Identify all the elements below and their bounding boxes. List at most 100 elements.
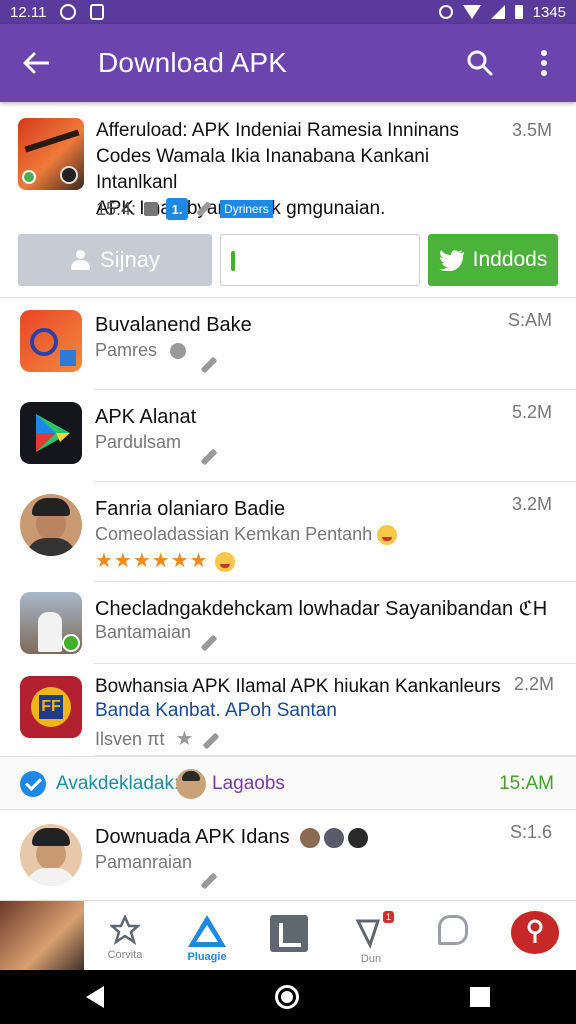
section-label: Avakdekladak: (56, 773, 180, 794)
twitter-download-button[interactable]: Inddods (428, 234, 558, 286)
featured-app-icon (18, 118, 84, 190)
nav-item-downloads[interactable]: 1 Dun (330, 901, 412, 970)
rating-stars-text: ★★★★★★ (95, 550, 209, 572)
progress-caret (231, 251, 235, 271)
item-subtitle-text: Comeoladassian Kemkan Pentanh (95, 524, 373, 544)
section-header[interactable]: Avakdekladak: Lagaobs 15:AM (0, 756, 576, 810)
app-badge-icon: 1. (166, 198, 189, 220)
item-title: Bowhansia APK Ilamal APK hiukan Kankanle… (95, 676, 501, 697)
verified-icon (20, 771, 46, 797)
avatar (176, 769, 206, 799)
item-subtitle: Pamanraian (95, 852, 193, 872)
app-icon (20, 310, 82, 372)
nav-label: Pluagie (187, 951, 227, 963)
section-time: 15:AM (499, 773, 554, 794)
nav-item-favorites[interactable]: Corvita (84, 901, 166, 970)
app-bar: Download APK (0, 24, 576, 102)
back-button[interactable] (0, 24, 72, 102)
signin-button[interactable]: Sijnay (18, 234, 212, 286)
arrow-left-icon (23, 52, 49, 74)
battery-icon (514, 5, 523, 19)
status-bar: 12.11 1345 (0, 0, 576, 24)
hook-icon (438, 915, 468, 945)
section-link[interactable]: Lagaobs (212, 773, 285, 795)
system-navigation (0, 970, 576, 1024)
app-icon: FF (20, 676, 82, 738)
featured-time: 15:4: (96, 198, 137, 219)
status-time: 12.11 (10, 3, 47, 21)
item-size: 5.2M (511, 402, 552, 422)
search-button[interactable] (448, 24, 512, 102)
nav-label: Dun (360, 953, 382, 965)
rating-stars: ★★★★★★ (95, 548, 236, 573)
system-back-button[interactable] (85, 986, 104, 1008)
nav-item-files[interactable] (248, 901, 330, 970)
item-title: Buvalanend Bake (95, 314, 252, 336)
sync-icon (438, 5, 453, 19)
participant-avatars (299, 826, 370, 849)
avatar (323, 826, 346, 849)
item-size: S:AM (507, 310, 552, 330)
download-list: Afferuload: APK Indeniai Ramesia Inninan… (0, 102, 576, 900)
nav-item-tools[interactable] (412, 901, 494, 970)
download-notification-icon (90, 4, 105, 20)
list-item[interactable]: Fanria olaniaro Badie Comeoladassian Kem… (20, 482, 576, 582)
location-pin-icon (511, 911, 559, 954)
item-subtitle: Pamres (95, 340, 187, 361)
list-item[interactable]: FF Bowhansia APK Ilamal APK hiukan Kanka… (20, 664, 576, 756)
edit-icon (200, 872, 218, 890)
page-title: Download APK (98, 47, 288, 78)
featured-tag: Dyriners (220, 200, 273, 218)
item-title: Checladngakdehckam lowhadar Sayanibandan… (95, 596, 547, 621)
download-label: Inddods (472, 248, 548, 271)
bird-icon (438, 250, 464, 271)
item-subtitle: Pardulsam (95, 432, 182, 452)
item-title: Fanria olaniaro Badie (95, 498, 286, 520)
item-subtitle: Bantamaian (95, 622, 192, 642)
wifi-icon (462, 5, 481, 19)
system-home-button[interactable] (274, 985, 299, 1009)
featured-actions: Sijnay Inddods (18, 234, 558, 286)
flag-icon: 1 (354, 911, 394, 949)
system-recents-button[interactable] (470, 987, 491, 1007)
item-link[interactable]: Banda Kanbat. APoh Santan (95, 700, 337, 722)
nav-item-location[interactable] (494, 901, 576, 970)
item-title-text: Checladngakdehckam lowhadar Sayanibandan (95, 598, 514, 620)
avatar (20, 494, 82, 556)
emoji-icon (377, 525, 398, 546)
app-icon (20, 592, 82, 654)
person-icon (70, 250, 91, 270)
progress-field[interactable] (220, 234, 420, 286)
list-item[interactable]: APK Alanat Pardulsam 5.2M (20, 390, 576, 482)
signal-icon (490, 5, 505, 19)
list-item[interactable]: Buvalanend Bake Pamres S:AM (20, 298, 576, 390)
lock-icon (144, 202, 159, 216)
thumbnail-image[interactable] (0, 901, 84, 970)
edit-icon (202, 732, 220, 750)
item-subtitle: Ilsven πt ★ (95, 726, 193, 751)
featured-line-2: Codes Wamala Ikia Inanabana Kankani Inta… (96, 146, 430, 193)
nav-badge: 1 (382, 911, 394, 923)
item-title-suffix: ℭH (518, 598, 548, 620)
folder-icon (270, 915, 308, 953)
star-icon (110, 915, 140, 945)
signin-label: Sijnay (100, 247, 160, 272)
triangle-icon (188, 915, 226, 947)
featured-line-1: Afferuload: APK Indeniai Ramesia Inninan… (96, 120, 459, 141)
item-subtitle-text: Ilsven πt (95, 729, 165, 749)
app-icon (20, 402, 82, 464)
featured-item[interactable]: Afferuload: APK Indeniai Ramesia Inninan… (0, 102, 576, 298)
featured-size: 3.5M (511, 120, 552, 140)
list-item[interactable]: Checladngakdehckam lowhadar Sayanibandan… (20, 582, 576, 664)
list-item[interactable]: Downuada APK Idans Pamanraian S:1.6 (20, 810, 576, 900)
avatar (347, 826, 370, 849)
nav-item-plugins[interactable]: Pluagie (166, 901, 248, 970)
emoji-icon (215, 551, 236, 572)
item-title: APK Alanat (95, 406, 197, 428)
settings-icon (170, 343, 187, 360)
nav-label: Corvita (107, 949, 143, 961)
avatar (299, 826, 322, 849)
overflow-menu-button[interactable] (512, 24, 576, 102)
edit-icon (200, 448, 218, 466)
avatar (20, 824, 82, 886)
